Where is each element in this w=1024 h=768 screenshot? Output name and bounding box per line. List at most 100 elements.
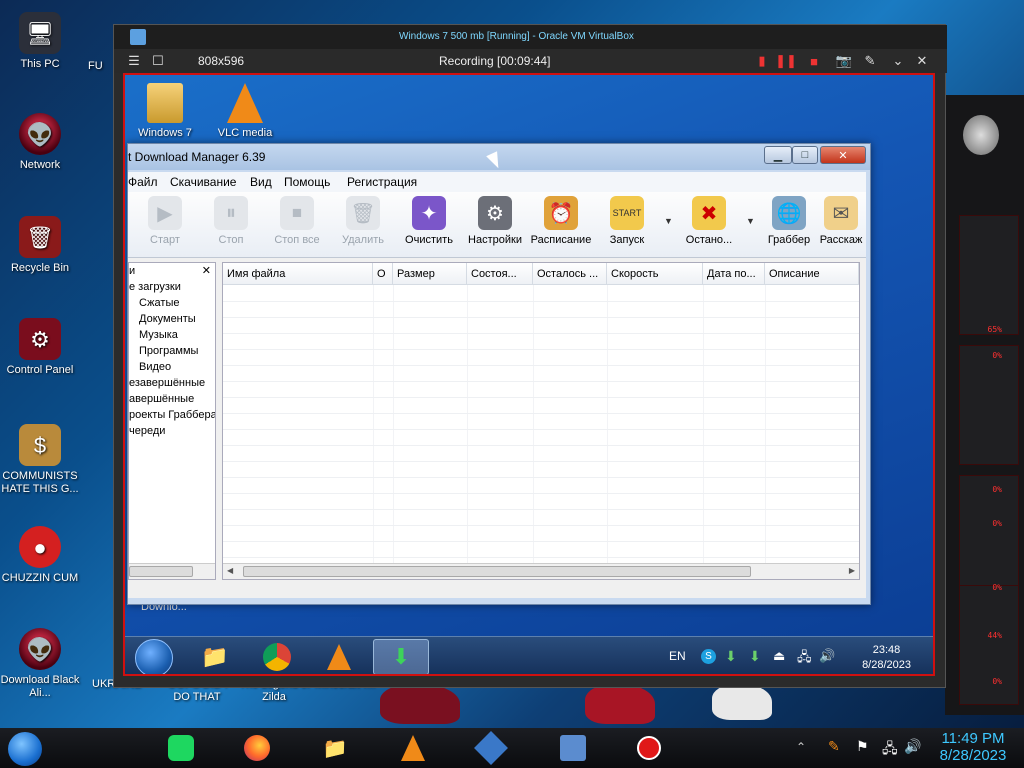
maximize-button[interactable]: □ [792,146,818,164]
toolbar-stop-button[interactable]: ⏸ Стоп [196,196,266,246]
skype-icon[interactable]: S [701,649,716,664]
column-q[interactable]: О [373,263,393,285]
host-time: 11:49 PM [941,730,1005,747]
start-download-icon: ▶ [148,196,182,230]
desktop-icon-chuzzin[interactable]: ● CHUZZIN CUM [0,526,80,585]
chevron-down-icon[interactable]: ⌄ [890,53,906,69]
virtualbox-title-bar[interactable]: Windows 7 500 mb [Running] - Oracle VM V… [114,25,947,49]
desktop-icon-control-panel[interactable]: ⚙ Control Panel [0,318,80,377]
taskbar-explorer[interactable]: 📁 [187,639,243,674]
idm-window[interactable]: t Download Manager 6.39 ▁ □ ✕ Файл Скачи… [127,143,871,605]
host-clock[interactable]: 11:49 PM 8/28/2023 [928,730,1018,764]
close-button[interactable]: ✕ [820,146,866,164]
start-button[interactable] [8,732,42,766]
list-horizontal-scrollbar[interactable]: ◀ ▶ [223,563,859,579]
taskbar-chrome[interactable] [249,639,305,674]
taskbar-chat[interactable] [164,732,198,764]
menu-item-file[interactable]: Файл [128,175,158,189]
chevron-down-icon[interactable]: ▼ [664,216,673,226]
network-icon[interactable]: 🖧 [797,648,812,670]
toolbar-settings-button[interactable]: ⚙ Настройки [460,196,530,246]
tree-item-music[interactable]: Музыка [129,329,215,341]
desktop-icon-network[interactable]: 👽 Network [0,113,80,172]
volume-icon[interactable]: 🔊 [819,648,835,664]
toolbar-scheduler-button[interactable]: ⏰ Расписание [526,196,596,246]
usb-icon[interactable]: ⏏ [773,648,785,664]
taskbar-windows7-vm[interactable] [556,732,590,764]
camera-icon[interactable]: 📷 [836,53,852,69]
desktop-icon-recycle-bin[interactable]: 🗑 Recycle Bin [0,216,80,275]
pause-icon[interactable]: ❚❚ [775,53,797,69]
tree-item-unfinished[interactable]: езавершённые [129,377,215,389]
guest-icon-windows7[interactable]: Windows 7 [125,83,205,139]
taskbar-idm[interactable]: ⬇ [373,639,429,674]
tree-item-compressed[interactable]: Сжатые [129,297,215,309]
column-status[interactable]: Состоя... [467,263,533,285]
toolbar-delete-button[interactable]: 🗑 Удалить [328,196,398,246]
desktop-icon-communists[interactable]: $ COMMUNISTS HATE THIS G... [0,424,80,496]
tree-item-queues[interactable]: череди [129,425,215,437]
tray-app-icon[interactable]: ✎ [828,738,840,755]
guest-screen[interactable]: Windows 7 VLC media Downlo... t Download… [123,73,935,676]
desktop-icon-this-pc[interactable]: 🖥 This PC [0,12,80,71]
toolbar-tell-friend-button[interactable]: ✉ Расскаж [814,196,868,246]
download-list[interactable]: Имя файла О Размер Состоя... Осталось ..… [222,262,860,580]
desktop-icon-download-black-alien[interactable]: 👽 Download Black Ali... [0,628,80,700]
taskbar-virtualbox[interactable] [474,731,508,765]
stop-icon[interactable]: ■ [806,53,822,69]
taskbar-vlc[interactable] [311,639,367,674]
scrollbar-thumb[interactable] [243,566,751,577]
scrollbar-thumb[interactable] [129,566,193,577]
taskbar-recorder[interactable] [632,732,666,764]
start-orb[interactable] [135,639,173,674]
idm-tray-icon[interactable]: ⬇ [749,648,761,665]
fullscreen-icon[interactable]: ☐ [150,53,166,69]
tree-item-finished[interactable]: авершённые [129,393,215,405]
column-size[interactable]: Размер [393,263,467,285]
tree-item-all-downloads[interactable]: е загрузки [129,281,215,293]
tray-app-icon[interactable]: ⚑ [856,738,869,755]
close-icon[interactable]: ✕ [914,53,930,69]
toolbar-launch-button[interactable]: START Запуск [592,196,662,246]
close-icon[interactable]: ✕ [202,264,211,277]
tree-item-programs[interactable]: Программы [129,345,215,357]
menu-item-download[interactable]: Скачивание [170,175,236,189]
toolbar-stop-all-button[interactable]: ⏹ Стоп все [262,196,332,246]
chevron-up-icon[interactable]: ⌃ [796,740,806,754]
taskbar-vlc[interactable] [396,732,430,764]
menu-item-registration[interactable]: Регистрация [347,175,417,189]
guest-icon-vlc[interactable]: VLC media [205,83,285,139]
alien-head-icon [963,115,999,155]
menu-item-view[interactable]: Вид [250,175,272,189]
desktop-icon-label: Network [19,159,61,171]
clear-icon: ✦ [412,196,446,230]
taskbar-explorer[interactable]: 📁 [318,732,352,764]
tree-item-documents[interactable]: Документы [129,313,215,325]
column-speed[interactable]: Скорость [607,263,703,285]
column-date[interactable]: Дата по... [703,263,765,285]
language-indicator[interactable]: EN [669,649,686,663]
menu-icon[interactable]: ☰ [126,53,142,69]
scroll-right-icon[interactable]: ▶ [849,566,855,575]
column-time-left[interactable]: Осталось ... [533,263,607,285]
volume-icon[interactable]: 🔊 [904,738,921,755]
tree-item-grabber-projects[interactable]: роекты Граббера [129,409,215,421]
column-description[interactable]: Описание [765,263,859,285]
network-icon[interactable]: 🖧 [882,738,898,762]
menu-item-help[interactable]: Помощь [284,175,330,189]
host-date: 8/28/2023 [939,747,1007,764]
idm-tray-icon[interactable]: ⬇ [725,648,737,665]
idm-body: и ✕ е загрузки Сжатые Документы Музыка П… [128,258,866,598]
toolbar-clear-button[interactable]: ✦ Очистить [394,196,464,246]
guest-clock[interactable]: 23:48 8/28/2023 [862,643,911,673]
toolbar-start-button[interactable]: ▶ Старт [130,196,200,246]
desktop-icon-label: Download Black Ali... [0,674,80,699]
taskbar-firefox[interactable] [240,732,274,764]
column-file-name[interactable]: Имя файла [223,263,373,285]
tree-horizontal-scrollbar[interactable] [129,563,215,579]
minimize-button[interactable]: ▁ [764,146,792,164]
tree-item-video[interactable]: Видео [129,361,215,373]
scroll-left-icon[interactable]: ◀ [227,566,233,575]
pen-icon[interactable]: ✎ [862,53,878,69]
toolbar-stop-queue-button[interactable]: ✖ Остано... [674,196,744,246]
